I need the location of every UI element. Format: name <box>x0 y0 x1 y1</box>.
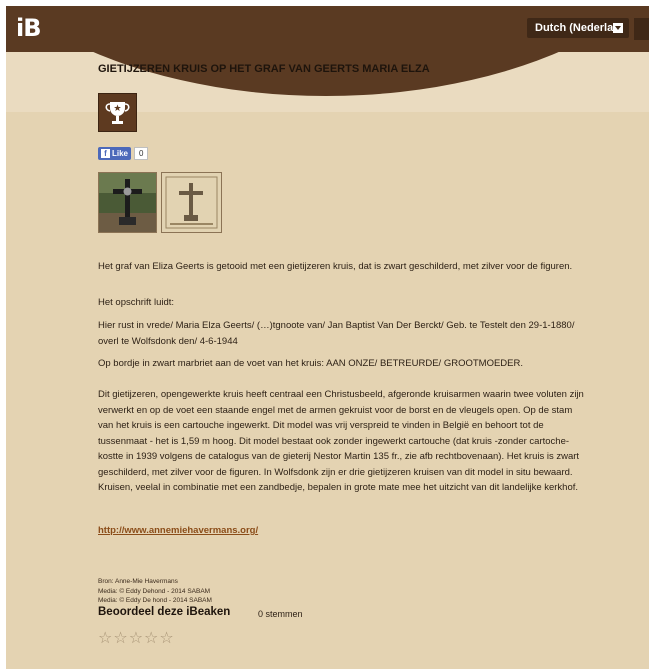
like-label: Like <box>112 148 129 158</box>
facebook-icon: f <box>101 148 110 158</box>
star-4-icon[interactable]: ☆ <box>144 628 158 647</box>
site-logo[interactable]: iB <box>16 14 42 42</box>
paragraph-inscription: Hier rust in vrede/ Maria Elza Geerts/ (… <box>98 320 575 347</box>
star-2-icon[interactable]: ☆ <box>113 628 127 647</box>
paragraph-description: Dit gietijzeren, opengewerkte kruis heef… <box>98 389 584 493</box>
credit-media-2: Media: © Eddy De hond - 2014 SABAM <box>98 597 212 604</box>
star-rating[interactable]: ☆ ☆ ☆ ☆ ☆ <box>98 628 174 647</box>
star-3-icon[interactable]: ☆ <box>129 628 143 647</box>
trophy-icon <box>98 93 137 132</box>
facebook-like[interactable]: f Like 0 <box>98 146 149 160</box>
chevron-down-icon <box>613 23 623 33</box>
like-count: 0 <box>134 146 149 160</box>
language-select-value: Dutch (Nederla <box>535 22 614 34</box>
star-5-icon[interactable]: ☆ <box>159 628 173 647</box>
photo-thumbnail-catalogue[interactable] <box>161 172 222 233</box>
facebook-like-button[interactable]: f Like <box>98 146 132 160</box>
photo-thumbnail-grave[interactable] <box>98 172 157 233</box>
credit-source: Bron: Anne-Mie Havermans <box>98 578 178 585</box>
vote-count: 0 stemmen <box>258 609 303 619</box>
menu-button[interactable] <box>634 18 649 40</box>
source-link[interactable]: http://www.annemiehavermans.org/ <box>98 525 258 536</box>
rating-label: Beoordeel deze iBeaken <box>98 606 231 618</box>
paragraph-intro: Het graf van Eliza Geerts is getooid met… <box>98 261 573 272</box>
paragraph-plaque: Op bordje in zwart marbriet aan de voet … <box>98 358 523 369</box>
page-title: GIETIJZEREN KRUIS OP HET GRAF VAN GEERTS… <box>98 63 430 75</box>
paragraph-inscription-label: Het opschrift luidt: <box>98 297 175 308</box>
credit-media-1: Media: © Eddy Dehond - 2014 SABAM <box>98 588 211 595</box>
star-1-icon[interactable]: ☆ <box>98 628 112 647</box>
language-select[interactable]: Dutch (Nederla <box>527 18 629 38</box>
